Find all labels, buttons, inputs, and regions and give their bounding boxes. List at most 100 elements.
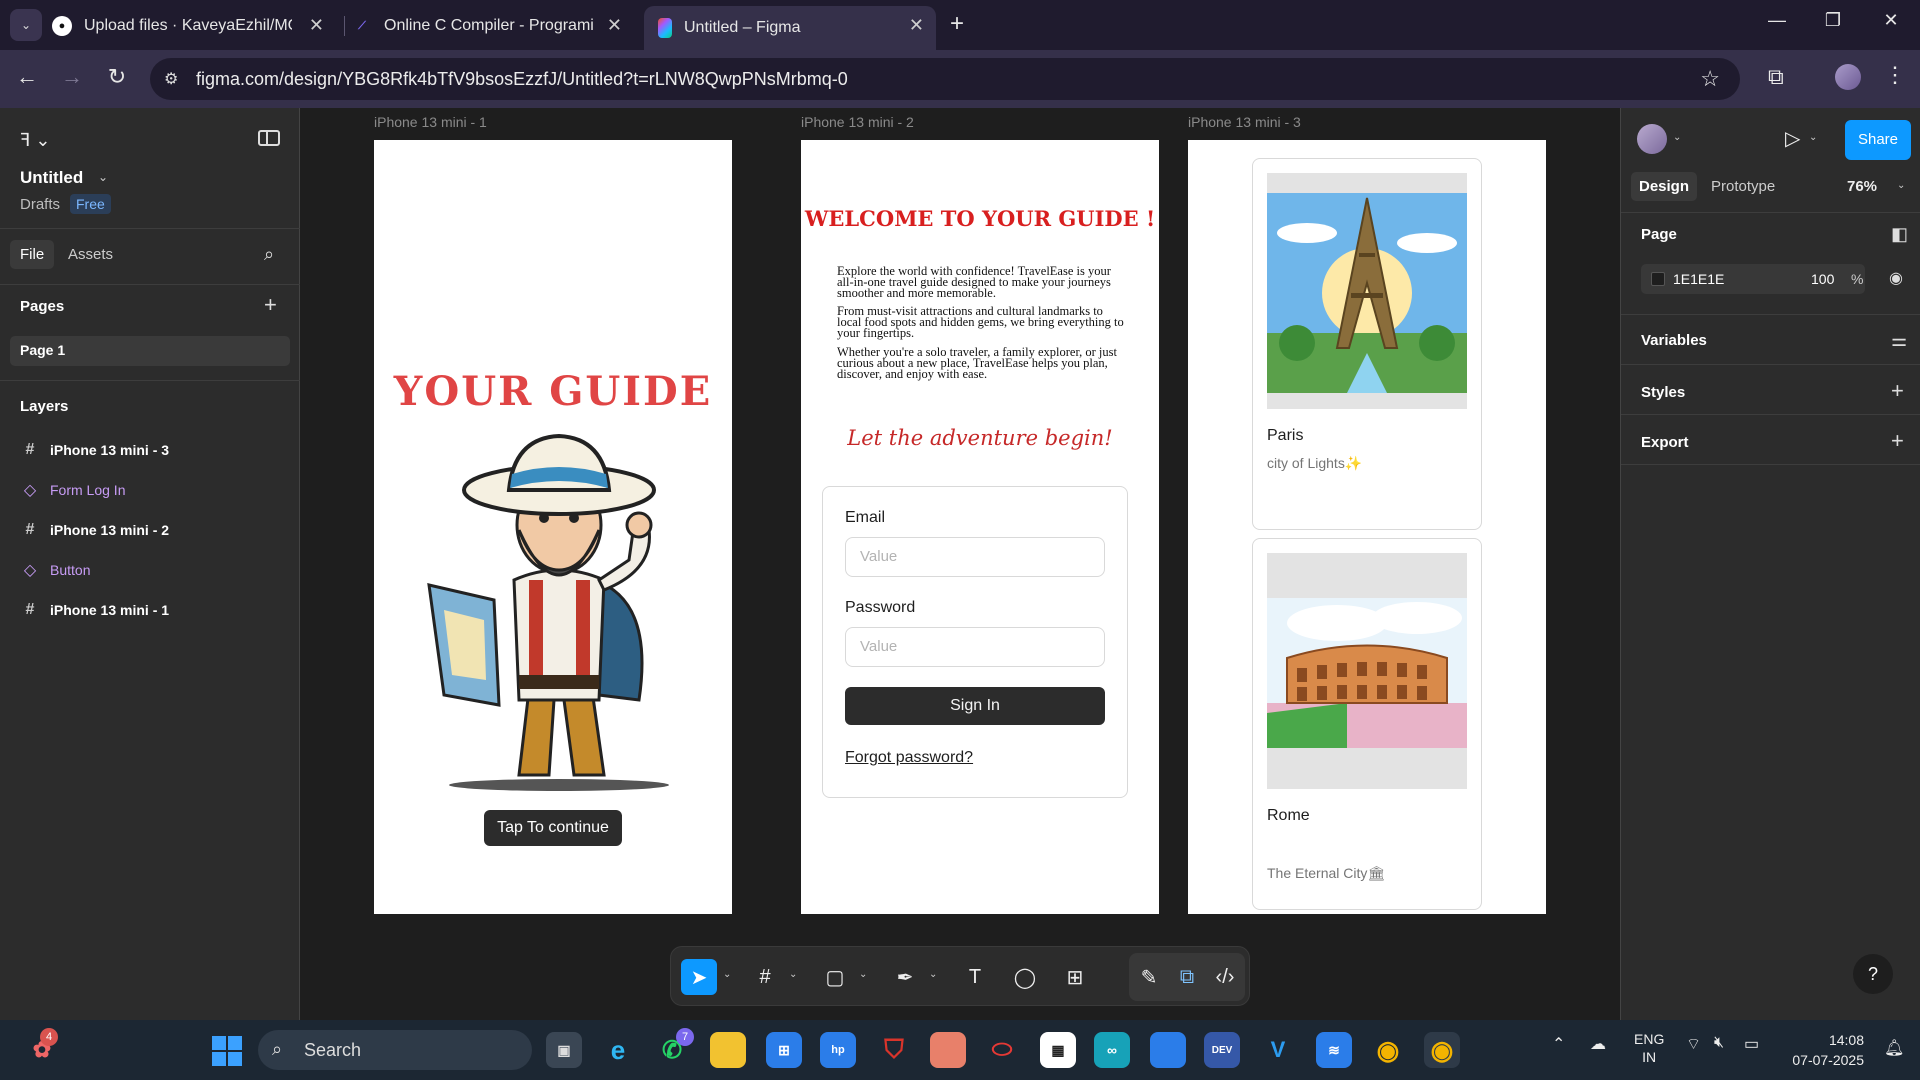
frame-label[interactable]: iPhone 13 mini - 1 — [374, 114, 487, 130]
visual-studio-icon[interactable]: V — [1260, 1032, 1296, 1068]
sign-in-button[interactable]: Sign In — [845, 687, 1105, 725]
help-button[interactable]: ? — [1853, 954, 1893, 994]
draw-mode-icon[interactable]: ✎ — [1131, 959, 1167, 995]
frame-label[interactable]: iPhone 13 mini - 3 — [1188, 114, 1301, 130]
user-avatar[interactable] — [1637, 124, 1667, 154]
store-icon[interactable]: ⊞ — [766, 1032, 802, 1068]
forward-arrow-icon[interactable]: → — [57, 64, 87, 90]
battery-icon[interactable]: ▭ — [1744, 1034, 1759, 1054]
back-arrow-icon[interactable]: ← — [12, 64, 42, 90]
chevron-down-icon[interactable]: ⌄ — [1809, 132, 1817, 143]
chevron-down-icon[interactable]: ⌄ — [1673, 132, 1681, 143]
destination-card[interactable]: Rome The Eternal City🏛 — [1252, 538, 1482, 910]
minimize-icon[interactable]: — — [1762, 10, 1792, 31]
add-style-plus-icon[interactable]: + — [1891, 378, 1904, 404]
chrome-icon[interactable]: ◉ — [1370, 1032, 1406, 1068]
arduino-icon[interactable]: ∞ — [1094, 1032, 1130, 1068]
bookmark-star-icon[interactable]: ☆ — [1700, 66, 1720, 92]
volume-muted-icon[interactable]: 🔇︎ — [1714, 1034, 1724, 1052]
tab-figma[interactable]: Untitled – Figma ✕ — [644, 6, 936, 50]
comment-tool-icon[interactable]: ◯ — [1007, 959, 1043, 995]
panel-toggle-icon[interactable] — [258, 130, 280, 146]
close-window-icon[interactable]: ✕ — [1876, 10, 1906, 31]
actions-tool-icon[interactable]: ⊞ — [1057, 959, 1093, 995]
opacity-value[interactable]: 100 — [1811, 271, 1834, 287]
edge-icon[interactable]: e — [600, 1032, 636, 1068]
email-field[interactable]: Value — [845, 537, 1105, 577]
plan-badge[interactable]: Free — [70, 194, 111, 214]
design-canvas[interactable]: iPhone 13 mini - 1 iPhone 13 mini - 2 iP… — [300, 108, 1620, 1020]
extensions-icon[interactable]: ⧉ — [1768, 64, 1784, 90]
variables-sliders-icon[interactable]: ⚌ — [1891, 330, 1907, 351]
onedrive-cloud-icon[interactable]: ☁ — [1590, 1034, 1606, 1054]
pen-tool-icon[interactable]: ✒ — [887, 959, 923, 995]
dev-mode-icon[interactable]: ‹/› — [1207, 959, 1243, 995]
address-bar[interactable]: ⚙ figma.com/design/YBG8Rfk4bTfV9bsosEzzf… — [150, 58, 1740, 100]
tab-github[interactable]: ● Upload files · KaveyaEzhil/MC-S ✕ — [52, 6, 336, 46]
tab-search-menu-button[interactable]: ⌄ — [10, 9, 42, 41]
tab-programiz[interactable]: ⟋ Online C Compiler - Programiz ✕ — [352, 6, 634, 46]
app-icon[interactable] — [1150, 1032, 1186, 1068]
chevron-down-icon[interactable]: ⌄ — [723, 969, 731, 980]
zoom-level[interactable]: 76% — [1847, 178, 1877, 195]
task-view-icon[interactable]: ▣ — [546, 1032, 582, 1068]
notification-bell-icon[interactable]: 🔔︎ — [1884, 1038, 1904, 1058]
mcafee-icon[interactable]: ⛉ — [876, 1032, 912, 1068]
hp-app-icon[interactable]: hp — [820, 1032, 856, 1068]
design-mode-icon[interactable]: ⧉ — [1169, 959, 1205, 995]
present-play-icon[interactable]: ▷ — [1785, 126, 1800, 151]
layer-item[interactable]: # iPhone 13 mini - 3 — [20, 438, 169, 462]
oracle-icon[interactable]: ⬭ — [984, 1032, 1020, 1068]
iphone-frame-3[interactable]: Paris city of Lights✨ Rome The Eternal C… — [1188, 140, 1546, 914]
text-tool-icon[interactable]: T — [957, 959, 993, 995]
wifi-icon[interactable]: ⌔ — [1686, 1034, 1701, 1054]
frame-label[interactable]: iPhone 13 mini - 2 — [801, 114, 914, 130]
layer-item[interactable]: ◇ Form Log In — [20, 478, 126, 502]
system-clock[interactable]: 14:08 07-07-2025 — [1784, 1030, 1864, 1070]
tray-overflow-icon[interactable]: ⌃ — [1552, 1034, 1565, 1054]
layer-item[interactable]: # iPhone 13 mini - 2 — [20, 518, 169, 542]
close-tab-icon[interactable]: ✕ — [309, 15, 324, 36]
file-name[interactable]: Untitled — [20, 168, 83, 188]
color-swatch[interactable] — [1651, 272, 1665, 286]
page-item[interactable]: Page 1 — [10, 336, 290, 366]
browser-menu-icon[interactable]: ⋮ — [1884, 62, 1906, 88]
photos-app-icon[interactable] — [930, 1032, 966, 1068]
dev-cpp-icon[interactable]: DEV — [1204, 1032, 1240, 1068]
tap-to-continue-button[interactable]: Tap To continue — [484, 810, 622, 846]
chevron-down-icon[interactable]: ⌄ — [859, 969, 867, 980]
add-page-plus-icon[interactable]: + — [264, 292, 277, 318]
new-tab-plus-icon[interactable]: + — [950, 10, 964, 38]
file-location[interactable]: Drafts — [20, 196, 60, 213]
iphone-frame-2[interactable]: WELCOME TO YOUR GUIDE ! Explore the worl… — [801, 140, 1159, 914]
chevron-down-icon[interactable]: ⌄ — [1897, 180, 1905, 191]
tab-file[interactable]: File — [10, 240, 55, 269]
app-icon[interactable]: ▦ — [1040, 1032, 1076, 1068]
close-tab-icon[interactable]: ✕ — [909, 15, 924, 36]
restore-icon[interactable]: ❐ — [1818, 10, 1848, 31]
windows-start-icon[interactable] — [212, 1036, 242, 1066]
input-language[interactable]: ENG IN — [1634, 1030, 1664, 1066]
tab-design[interactable]: Design — [1631, 172, 1698, 201]
chevron-down-icon[interactable]: ⌄ — [929, 969, 937, 980]
figma-menu-icon[interactable]: ꟻ ⌄ — [20, 130, 50, 151]
reload-icon[interactable]: ↻ — [102, 64, 132, 90]
page-settings-icon[interactable]: ◧ — [1891, 224, 1908, 245]
visibility-eye-icon[interactable]: ◉ — [1889, 268, 1903, 288]
tab-assets[interactable]: Assets — [68, 246, 113, 263]
layer-item[interactable]: # iPhone 13 mini - 1 — [20, 598, 169, 622]
profile-avatar[interactable] — [1835, 64, 1861, 90]
layer-item[interactable]: ◇ Button — [20, 558, 91, 582]
taskbar-search[interactable]: ⌕ Search — [258, 1030, 532, 1070]
chevron-down-icon[interactable]: ⌄ — [98, 170, 108, 184]
share-button[interactable]: Share — [1845, 120, 1911, 160]
chevron-down-icon[interactable]: ⌄ — [789, 969, 797, 980]
close-tab-icon[interactable]: ✕ — [607, 15, 622, 36]
tab-prototype[interactable]: Prototype — [1711, 178, 1775, 195]
destination-card[interactable]: Paris city of Lights✨ — [1252, 158, 1482, 530]
move-cursor-icon[interactable]: ➤ — [681, 959, 717, 995]
add-export-plus-icon[interactable]: + — [1891, 428, 1904, 454]
search-icon[interactable]: ⌕ — [264, 244, 274, 265]
forgot-password-link[interactable]: Forgot password? — [845, 749, 973, 767]
site-settings-icon[interactable]: ⚙ — [164, 69, 178, 89]
